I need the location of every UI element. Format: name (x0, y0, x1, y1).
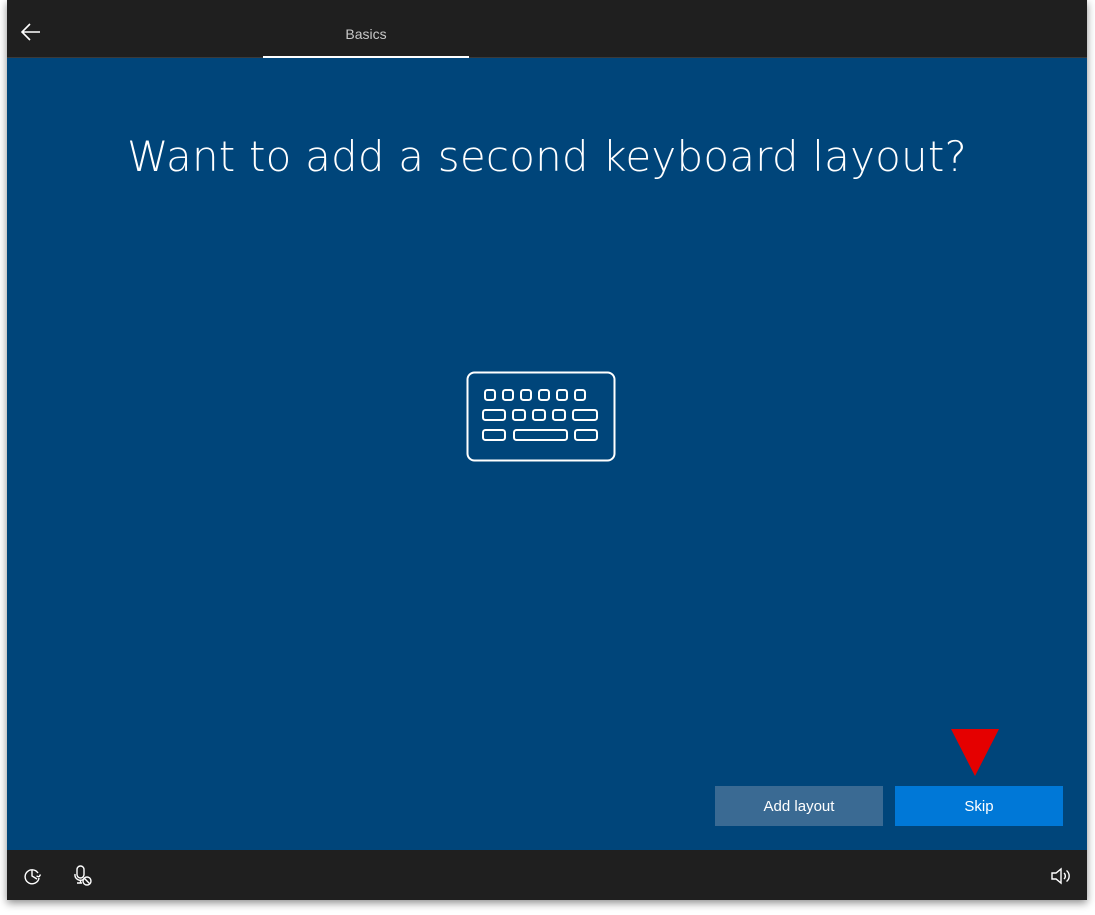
arrow-left-icon (21, 23, 40, 41)
ease-of-access-icon[interactable] (21, 865, 43, 887)
bottom-bar (7, 850, 1087, 900)
top-bar: Basics (7, 0, 1087, 58)
keyboard-icon (466, 371, 616, 462)
pointer-arrow-icon (951, 729, 999, 776)
volume-icon[interactable] (1050, 865, 1072, 887)
microphone-muted-icon[interactable] (72, 865, 94, 887)
tab-active-indicator (263, 56, 469, 58)
oobe-window: Basics Want to add a second keyboard lay… (7, 0, 1087, 900)
page-title: Want to add a second keyboard layout? (126, 132, 968, 181)
add-layout-button[interactable]: Add layout (715, 786, 883, 826)
tab-label: Basics (345, 26, 387, 42)
skip-button[interactable]: Skip (895, 786, 1063, 826)
tab-basics[interactable]: Basics (263, 0, 469, 58)
back-button[interactable] (17, 18, 45, 46)
